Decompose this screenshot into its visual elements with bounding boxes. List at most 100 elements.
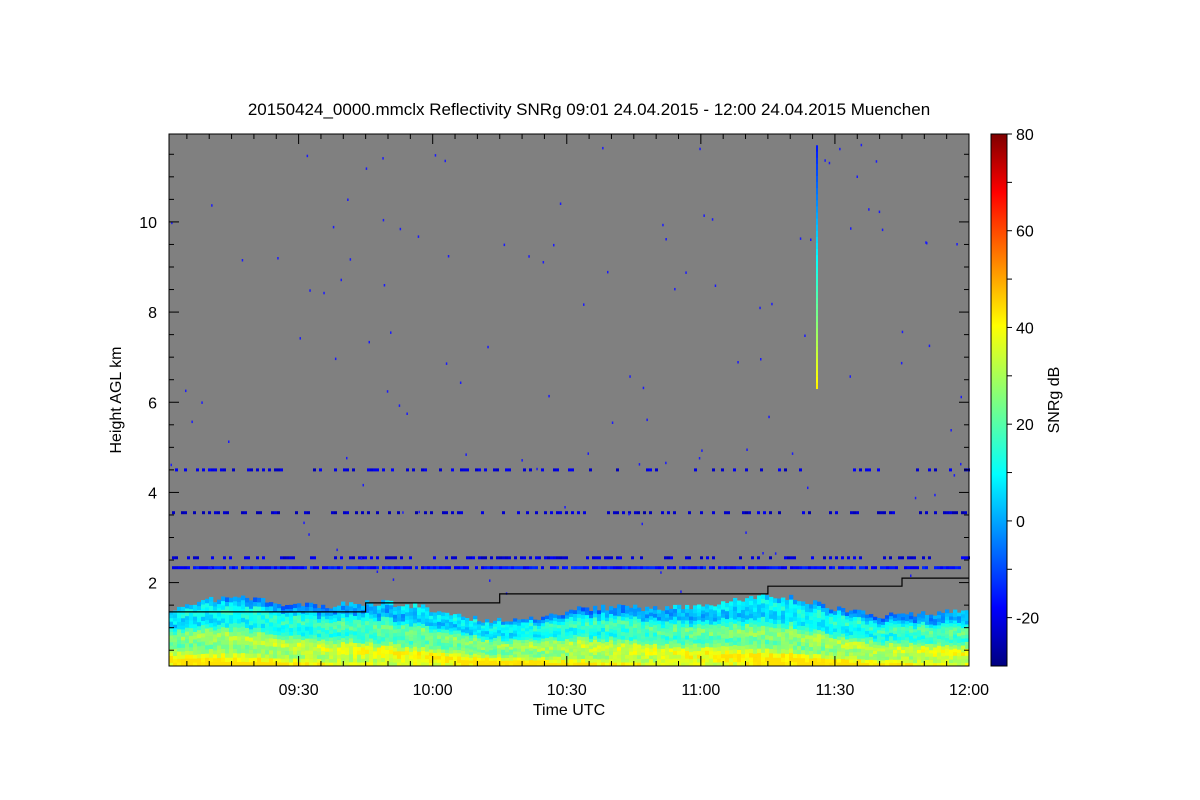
echo-cell <box>385 641 390 646</box>
echo-cell <box>325 633 330 638</box>
echo-cell <box>753 624 758 629</box>
echo-cell <box>169 628 174 632</box>
band-pixel <box>247 556 250 560</box>
echo-cell <box>301 624 306 629</box>
echo-cell <box>437 638 442 643</box>
band-pixel <box>352 468 355 472</box>
echo-cell <box>753 657 758 663</box>
echo-cell <box>757 643 762 649</box>
echo-cell <box>393 629 398 634</box>
band-pixel <box>571 566 574 570</box>
echo-cell <box>285 643 290 648</box>
echo-cell <box>213 642 218 647</box>
band-pixel <box>553 566 556 570</box>
echo-cell <box>889 655 894 660</box>
echo-cell <box>177 632 182 637</box>
echo-cell <box>849 634 854 639</box>
echo-cell <box>857 648 862 653</box>
echo-cell <box>281 651 286 656</box>
echo-cell <box>605 631 610 636</box>
echo-cell <box>185 623 190 628</box>
echo-cell <box>901 629 906 634</box>
echo-cell <box>873 650 878 654</box>
echo-cell <box>729 613 734 618</box>
echo-cell <box>369 618 374 623</box>
echo-cell <box>281 647 286 652</box>
echo-cell <box>821 611 826 616</box>
echo-cell <box>249 641 254 646</box>
band-pixel <box>499 566 502 570</box>
echo-cell <box>405 623 410 628</box>
echo-cell <box>669 615 674 620</box>
band-pixel <box>697 566 700 570</box>
echo-cell <box>561 624 566 629</box>
noise-speck <box>662 223 664 227</box>
echo-cell <box>905 633 910 638</box>
echo-cell <box>193 623 198 629</box>
echo-cell <box>829 648 834 653</box>
echo-cell <box>585 640 590 645</box>
echo-cell <box>313 619 318 624</box>
echo-cell <box>249 649 254 654</box>
echo-cell <box>797 601 802 606</box>
echo-cell <box>725 603 730 608</box>
echo-cell <box>661 624 666 629</box>
band-pixel <box>544 556 547 560</box>
echo-cell <box>453 620 458 625</box>
echo-cell <box>333 606 338 611</box>
echo-cell <box>581 618 586 623</box>
echo-cell <box>705 619 710 624</box>
echo-cell <box>701 613 706 618</box>
band-pixel <box>898 556 901 560</box>
echo-cell <box>749 648 754 654</box>
echo-cell <box>793 628 798 634</box>
echo-cell <box>337 658 342 663</box>
echo-cell <box>701 628 706 633</box>
echo-cell <box>653 636 658 641</box>
echo-cell <box>861 659 866 663</box>
echo-cell <box>273 615 278 620</box>
band-pixel <box>667 556 670 560</box>
echo-cell <box>937 625 942 629</box>
y-axis-label: Height AGL km <box>108 346 125 453</box>
echo-cell <box>805 627 810 632</box>
echo-cell <box>473 640 478 645</box>
echo-cell <box>665 639 670 644</box>
echo-cell <box>853 641 858 646</box>
echo-cell <box>389 633 394 638</box>
echo-cell <box>237 631 242 637</box>
echo-cell <box>909 652 914 657</box>
echo-cell <box>457 659 462 664</box>
echo-cell <box>845 625 850 630</box>
noise-speck <box>418 510 420 514</box>
echo-cell <box>869 617 874 621</box>
echo-cell <box>405 608 410 613</box>
echo-cell <box>429 615 434 620</box>
echo-cell <box>377 654 382 659</box>
noise-speck <box>900 361 903 365</box>
echo-cell <box>173 641 178 646</box>
echo-cell <box>961 627 966 632</box>
echo-cell <box>493 646 498 650</box>
echo-cell <box>589 655 594 660</box>
noise-speck <box>382 157 384 160</box>
echo-cell <box>909 649 914 653</box>
echo-cell <box>745 619 750 624</box>
noise-speck <box>875 160 878 163</box>
band-pixel <box>277 566 280 570</box>
echo-cell <box>269 654 274 659</box>
echo-cell <box>749 617 754 623</box>
echo-cell <box>797 653 802 659</box>
echo-cell <box>825 622 830 627</box>
echo-cell <box>473 631 478 635</box>
echo-cell <box>549 639 554 644</box>
echo-cell <box>957 629 962 633</box>
echo-cell <box>773 657 778 663</box>
band-pixel <box>964 556 967 560</box>
echo-cell <box>557 640 562 645</box>
echo-cell <box>437 635 442 639</box>
echo-cell <box>369 634 374 639</box>
band-pixel <box>424 468 427 472</box>
band-pixel <box>355 566 358 570</box>
band-pixel <box>619 556 622 560</box>
